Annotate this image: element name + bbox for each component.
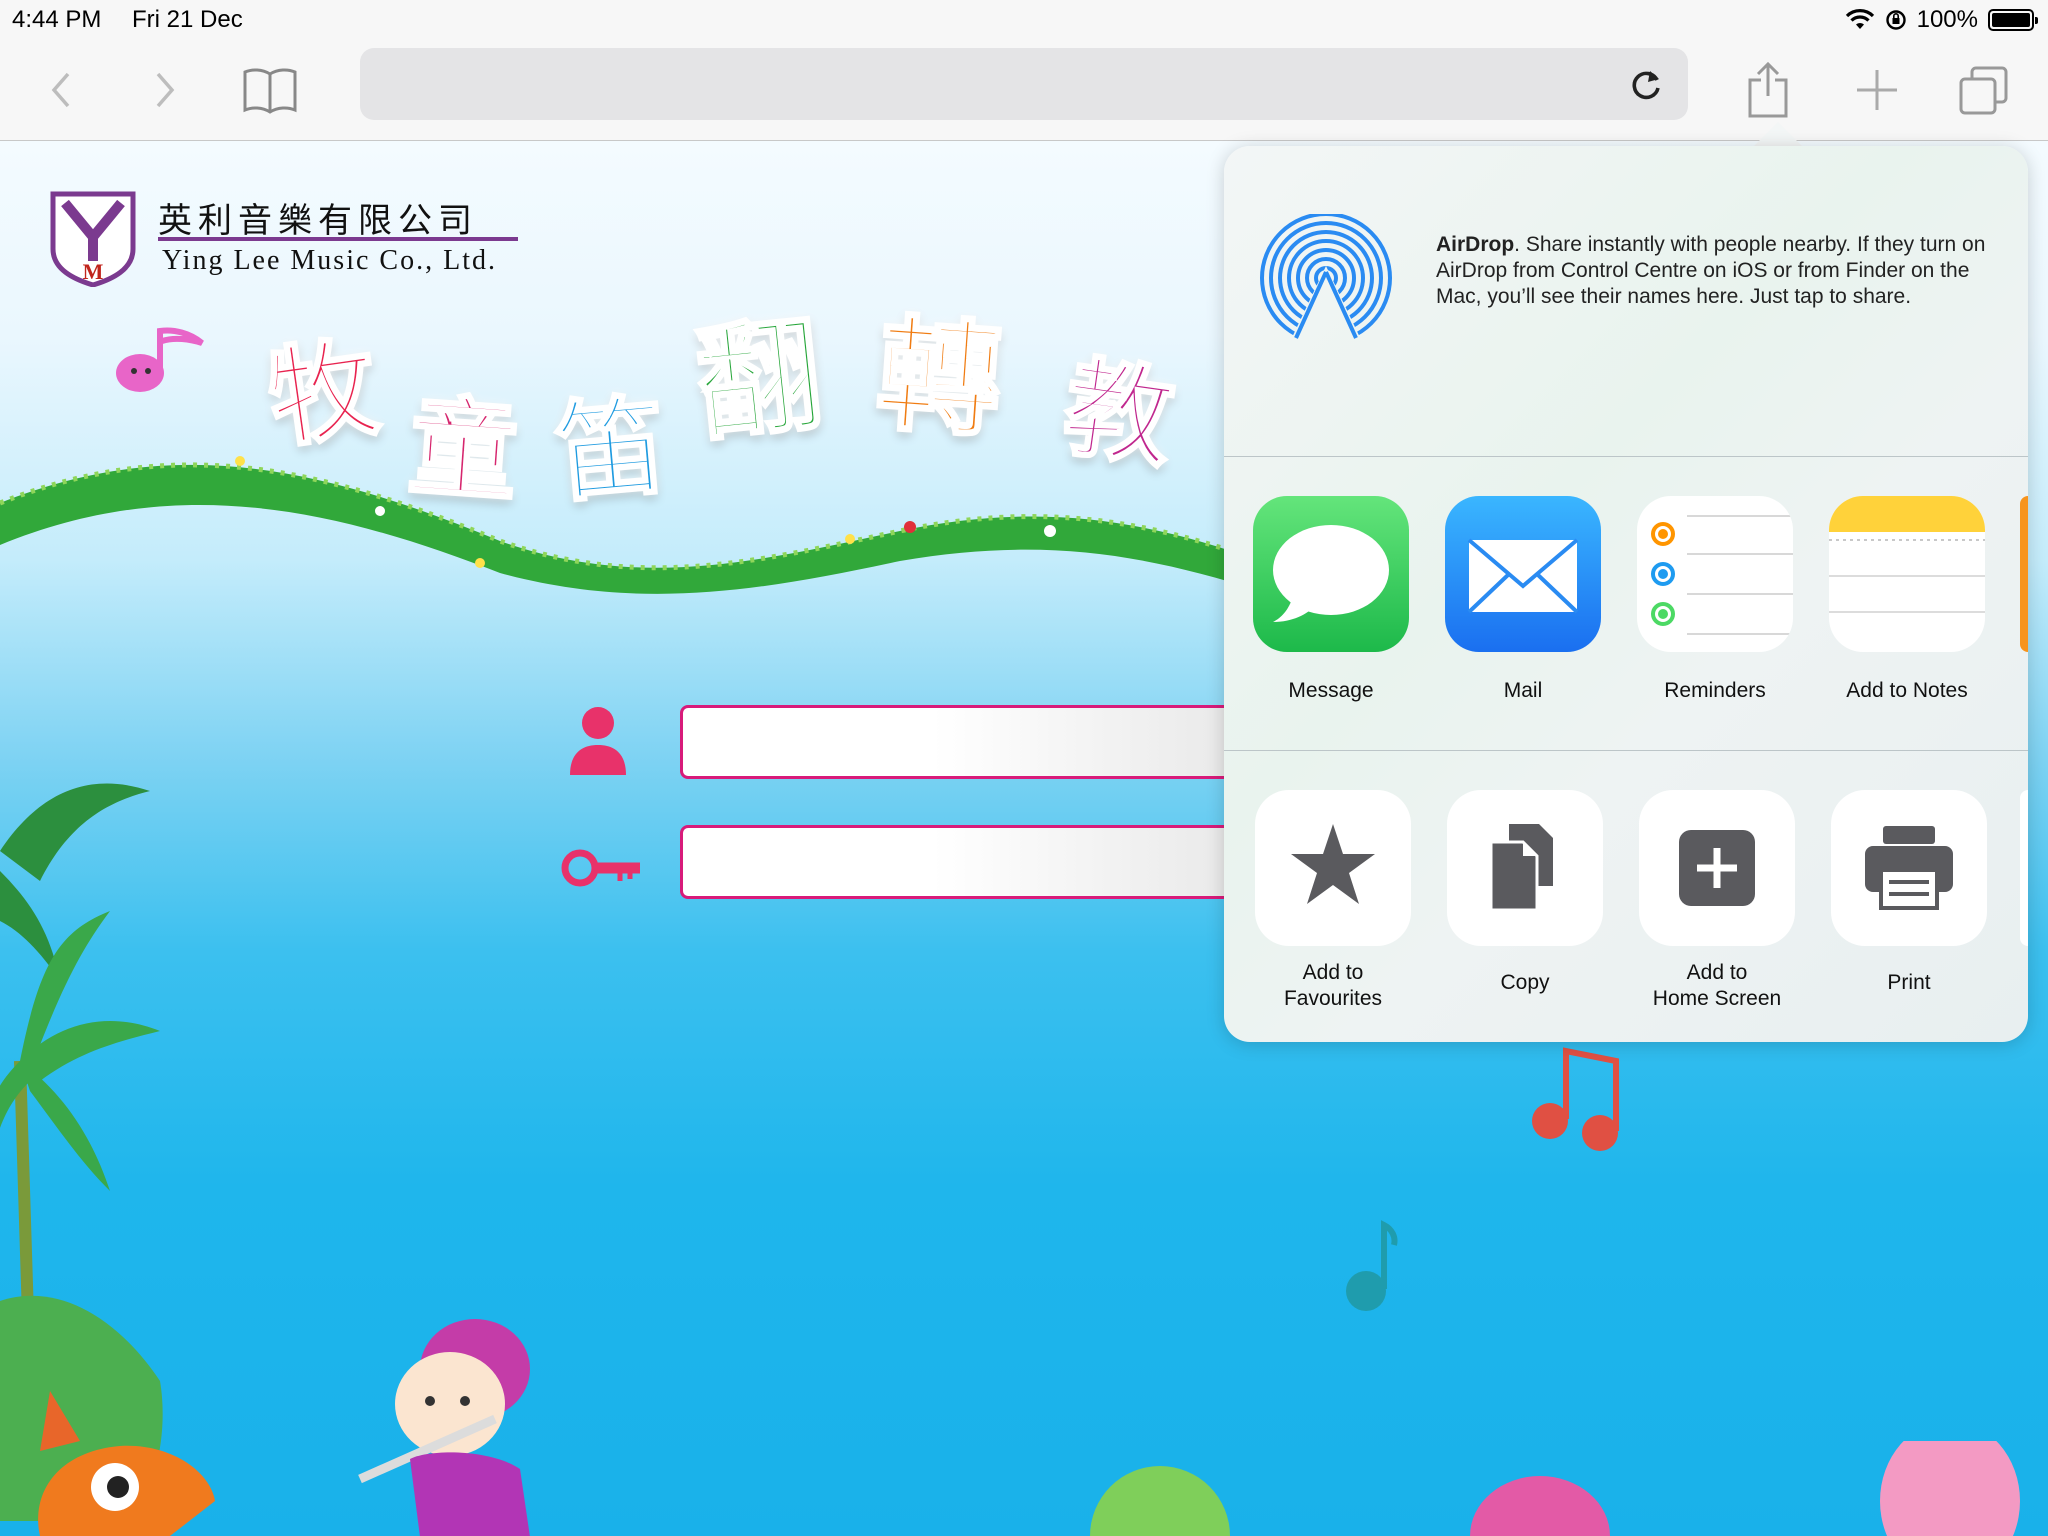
share-app-notes-label: Add to Notes — [1846, 679, 1968, 702]
airdrop-title: AirDrop — [1436, 233, 1515, 256]
add-to-favourites-label-1: Add to — [1302, 961, 1364, 984]
share-apps-row: Message Mail Reminders Add to Notes — [1224, 496, 2028, 720]
add-to-home-screen-button[interactable]: Add to Home Screen — [1638, 790, 1796, 1012]
print-label: Print — [1830, 970, 1988, 996]
address-bar[interactable] — [360, 48, 1688, 120]
back-button[interactable] — [36, 40, 86, 140]
svg-text:M: M — [83, 259, 104, 284]
company-name-en: Ying Lee Music Co., Ltd. — [162, 245, 497, 276]
share-actions-row: Add to Favourites Copy Add to Home Scree… — [1224, 790, 2028, 1020]
reload-icon — [1632, 71, 1660, 100]
title-char-5: 轉 — [871, 301, 1008, 456]
bookmarks-button[interactable] — [240, 40, 300, 140]
more-actions-peek[interactable] — [2020, 790, 2028, 946]
reload-button[interactable] — [1624, 62, 1668, 106]
share-sheet-divider-1 — [1224, 456, 2028, 457]
share-app-mail-label: Mail — [1503, 679, 1543, 702]
add-to-favourites-label: Add to Favourites — [1254, 960, 1412, 1012]
copy-button[interactable]: Copy — [1446, 790, 1604, 996]
print-button[interactable]: Print — [1830, 790, 1988, 996]
teal-note-decoration — [1346, 1220, 1398, 1311]
share-icon — [1748, 61, 1788, 118]
battery-percent: 100% — [1916, 6, 1978, 33]
airdrop-description: AirDrop. Share instantly with people nea… — [1436, 232, 1996, 310]
bush-decoration — [1090, 1441, 2020, 1536]
bookmarks-icon — [243, 68, 297, 114]
more-apps-peek[interactable] — [2020, 496, 2028, 652]
share-sheet: AirDrop. Share instantly with people nea… — [1224, 146, 2028, 1042]
messages-app-icon — [1253, 496, 1409, 652]
print-label-1: Print — [1887, 971, 1931, 994]
status-time: 4:44 PM — [12, 6, 102, 33]
flute-player-character — [358, 1319, 530, 1536]
share-app-message[interactable]: Message — [1252, 496, 1410, 704]
printer-icon — [1831, 790, 1987, 946]
share-sheet-arrow — [1752, 122, 1804, 148]
add-to-home-screen-label-2: Home Screen — [1652, 987, 1782, 1010]
star-icon — [1255, 790, 1411, 946]
key-icon — [561, 849, 640, 887]
company-divider — [158, 237, 518, 241]
share-app-message-label: Message — [1288, 679, 1374, 702]
user-icon — [570, 707, 626, 775]
forward-button[interactable] — [140, 40, 190, 140]
add-to-favourites-label-2: Favourites — [1283, 987, 1383, 1010]
red-note-decoration — [1532, 1047, 1619, 1151]
share-sheet-divider-2 — [1224, 750, 2028, 751]
copy-icon — [1447, 790, 1603, 946]
share-app-mail[interactable]: Mail — [1444, 496, 1602, 704]
password-input[interactable] — [680, 825, 1240, 899]
airdrop-body: . Share instantly with people nearby. If… — [1436, 233, 1986, 308]
status-date: Fri 21 Dec — [132, 6, 243, 33]
airdrop-icon — [1260, 214, 1392, 344]
add-to-home-screen-label-1: Add to — [1686, 961, 1748, 984]
add-to-home-screen-label: Add to Home Screen — [1638, 960, 1796, 1012]
add-to-favourites-button[interactable]: Add to Favourites — [1254, 790, 1412, 1012]
share-app-reminders[interactable]: Reminders — [1636, 496, 1794, 704]
reminders-app-icon — [1637, 496, 1793, 652]
pink-note-decoration — [116, 327, 204, 392]
status-bar: 4:44 PM Fri 21 Dec 100% — [0, 0, 2048, 40]
back-icon — [51, 72, 70, 108]
share-app-reminders-label: Reminders — [1664, 679, 1766, 702]
new-tab-button[interactable] — [1852, 40, 1902, 140]
airdrop-section[interactable]: AirDrop. Share instantly with people nea… — [1224, 146, 2028, 456]
mail-app-icon — [1445, 496, 1601, 652]
fox-character — [38, 1391, 215, 1536]
new-tab-icon — [1857, 70, 1897, 110]
company-name-cn: 英利音樂有限公司 — [158, 201, 478, 241]
notes-app-icon — [1829, 496, 1985, 652]
status-right: 100% — [1845, 6, 2038, 34]
browser-toolbar — [0, 40, 2048, 141]
add-square-icon — [1639, 790, 1795, 946]
tabs-button[interactable] — [1958, 40, 2010, 140]
forward-icon — [156, 72, 175, 108]
wifi-icon — [1845, 9, 1874, 29]
company-logo: M — [50, 191, 136, 287]
tabs-icon — [1959, 66, 2008, 115]
copy-label: Copy — [1446, 970, 1604, 996]
copy-label-1: Copy — [1500, 971, 1550, 994]
username-input[interactable] — [680, 705, 1240, 779]
battery-icon — [1988, 9, 2038, 31]
title-char-4: 翻 — [689, 301, 830, 460]
share-app-notes[interactable]: Add to Notes — [1828, 496, 1986, 704]
rotation-lock-icon — [1885, 10, 1906, 30]
